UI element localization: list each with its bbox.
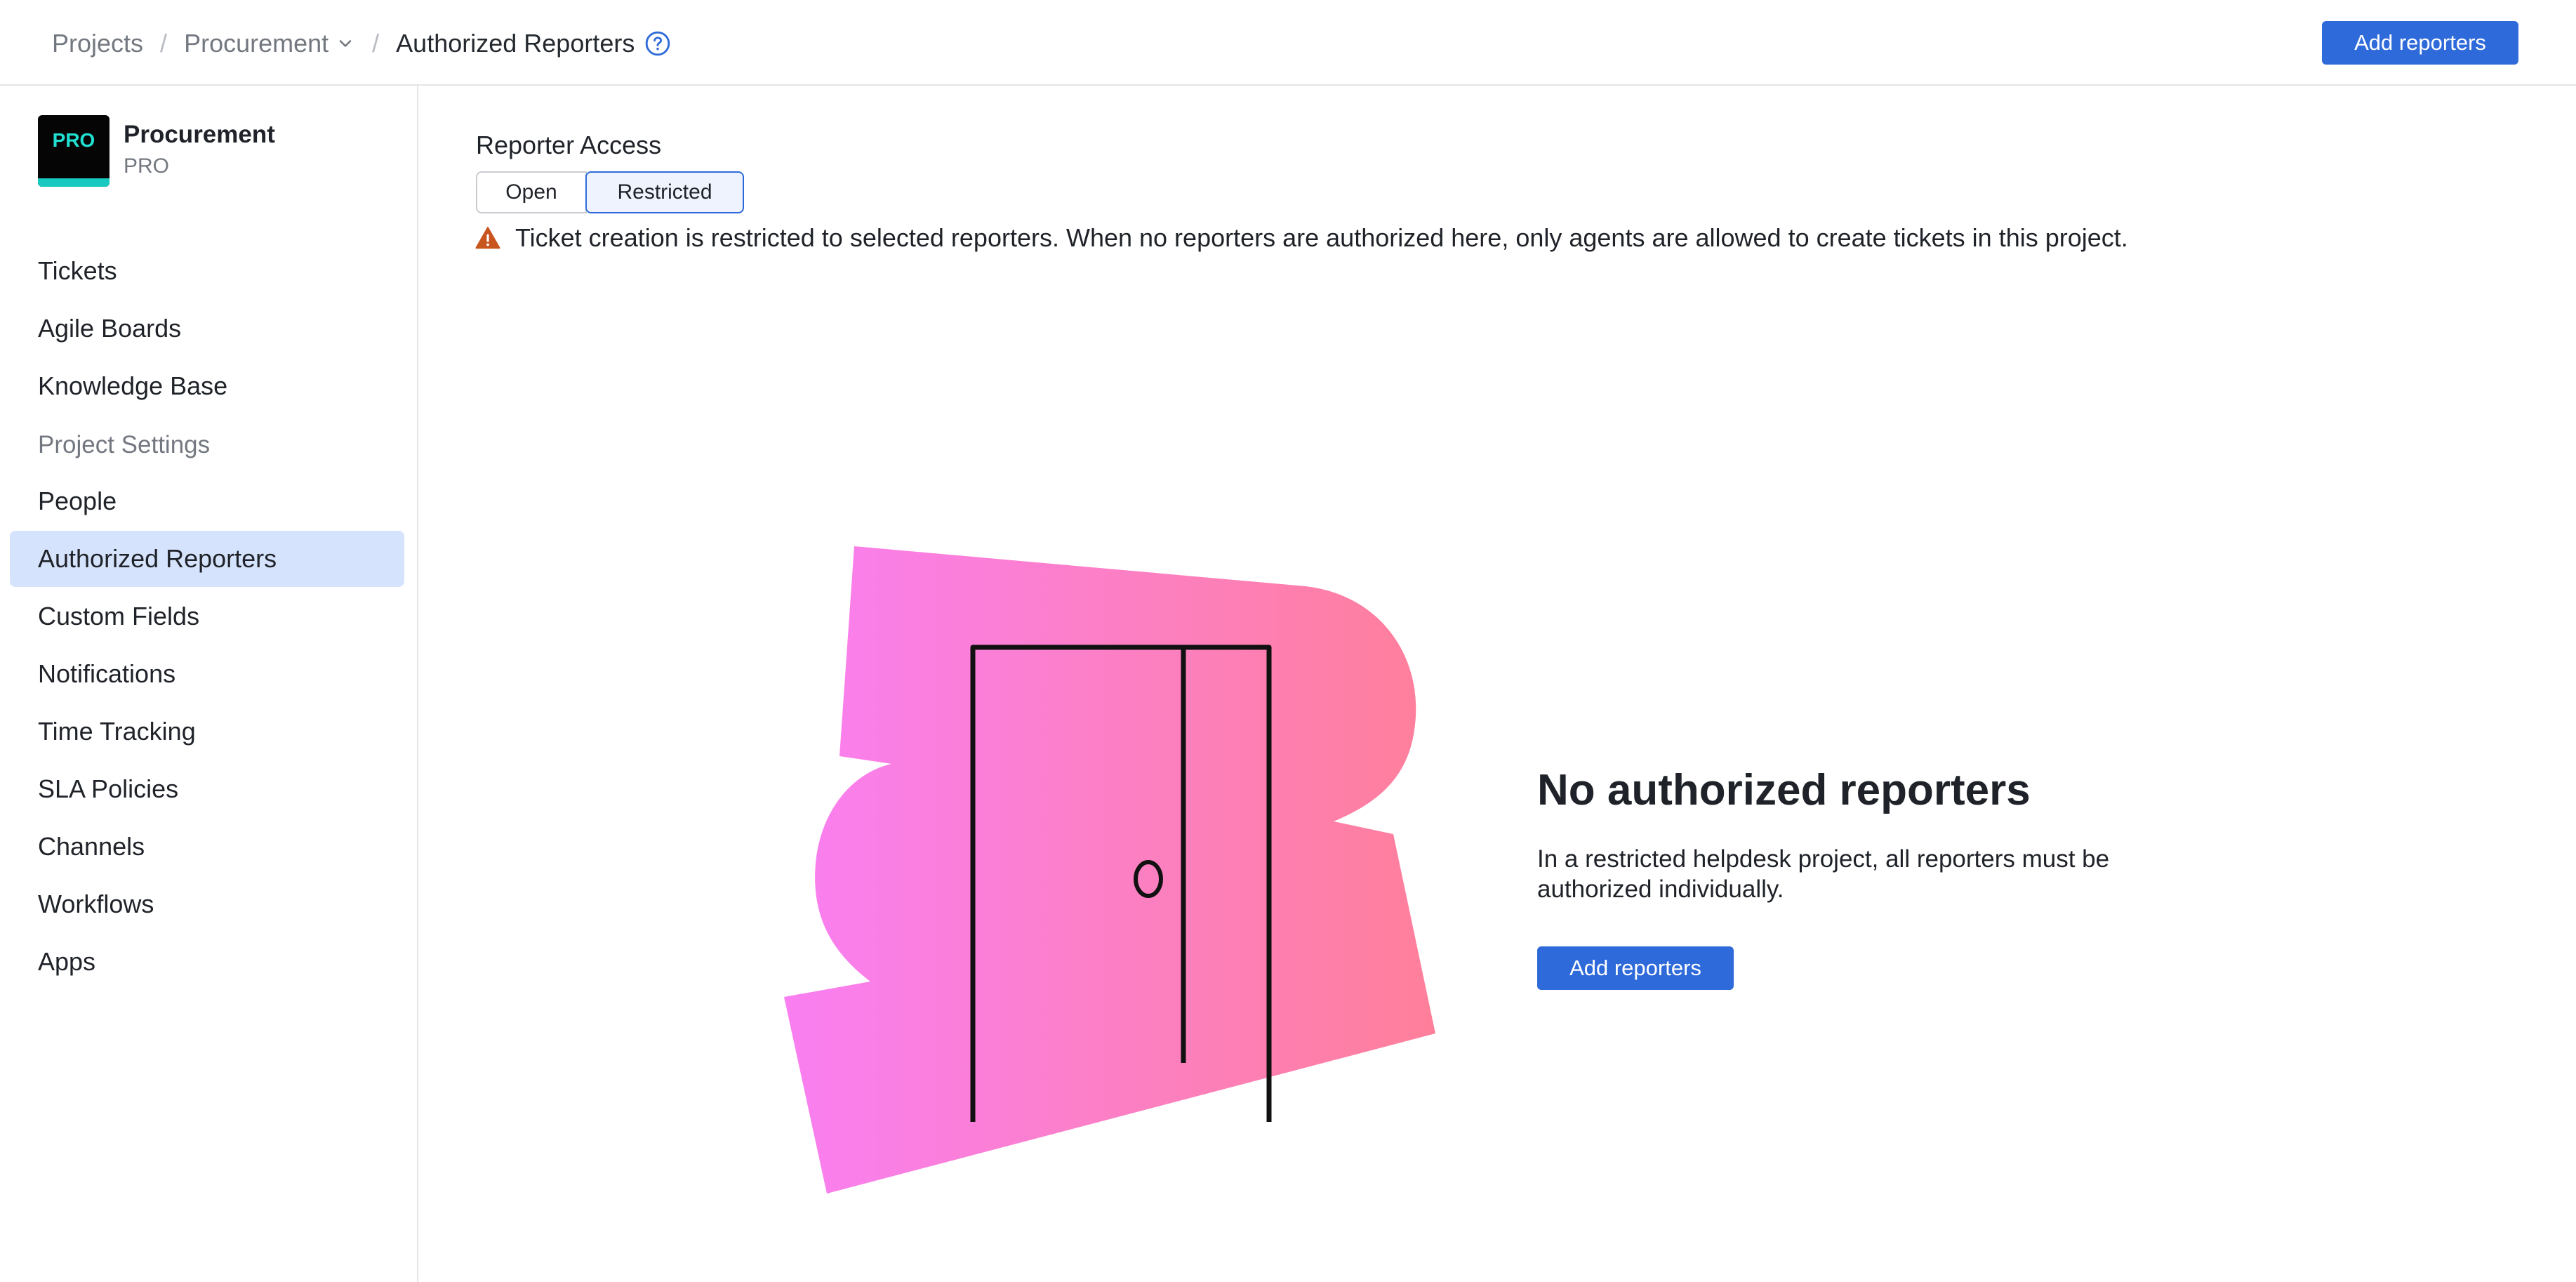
project-logo-text: PRO xyxy=(52,129,95,151)
sidebar-item-notifications[interactable]: Notifications xyxy=(10,646,404,702)
help-circle-icon[interactable] xyxy=(644,30,671,57)
breadcrumb-procurement[interactable]: Procurement xyxy=(184,29,328,58)
sidebar-item-apps[interactable]: Apps xyxy=(10,934,404,990)
sidebar: PRO Procurement PRO Tickets Agile Boards… xyxy=(0,86,418,1282)
breadcrumb: Projects / Procurement / Authorized Repo… xyxy=(52,27,671,60)
sidebar-item-agile-boards[interactable]: Agile Boards xyxy=(10,300,404,357)
sidebar-item-sla-policies[interactable]: SLA Policies xyxy=(10,761,404,817)
door-illustration xyxy=(784,546,1435,1194)
breadcrumb-projects[interactable]: Projects xyxy=(52,29,143,58)
sidebar-item-workflows[interactable]: Workflows xyxy=(10,876,404,932)
project-logo-accent xyxy=(38,178,109,187)
breadcrumb-separator: / xyxy=(160,29,168,58)
sidebar-item-knowledge-base[interactable]: Knowledge Base xyxy=(10,358,404,414)
chevron-down-icon[interactable] xyxy=(336,34,355,53)
project-key: PRO xyxy=(124,154,170,178)
sidebar-item-tickets[interactable]: Tickets xyxy=(10,243,404,299)
sidebar-item-people[interactable]: People xyxy=(10,473,404,529)
sidebar-section-project-settings: Project Settings xyxy=(38,431,211,458)
warning-triangle-icon xyxy=(475,227,500,249)
sidebar-item-channels[interactable]: Channels xyxy=(10,819,404,875)
sidebar-item-authorized-reporters[interactable]: Authorized Reporters xyxy=(10,531,404,587)
empty-state-description: In a restricted helpdesk project, all re… xyxy=(1537,845,2110,903)
sidebar-item-time-tracking[interactable]: Time Tracking xyxy=(10,703,404,760)
add-reporters-button[interactable]: Add reporters xyxy=(2322,21,2518,65)
restriction-warning: Ticket creation is restricted to selecte… xyxy=(474,223,2128,253)
illustration-blob xyxy=(784,546,1435,1194)
sidebar-item-custom-fields[interactable]: Custom Fields xyxy=(10,588,404,645)
empty-state-title: No authorized reporters xyxy=(1537,766,2031,814)
breadcrumb-separator: / xyxy=(372,29,380,58)
top-bar: Projects / Procurement / Authorized Repo… xyxy=(0,0,2576,86)
reporter-access-toggle: Open Restricted xyxy=(476,171,744,213)
reporter-access-label: Reporter Access xyxy=(476,131,662,159)
restriction-warning-text: Ticket creation is restricted to selecte… xyxy=(515,223,2128,252)
project-logo[interactable]: PRO xyxy=(38,115,109,187)
access-option-restricted[interactable]: Restricted xyxy=(585,171,744,213)
breadcrumb-current: Authorized Reporters xyxy=(396,29,635,58)
empty-state-add-reporters-button[interactable]: Add reporters xyxy=(1537,946,1734,990)
project-name[interactable]: Procurement xyxy=(124,121,275,149)
access-option-open[interactable]: Open xyxy=(476,171,587,213)
